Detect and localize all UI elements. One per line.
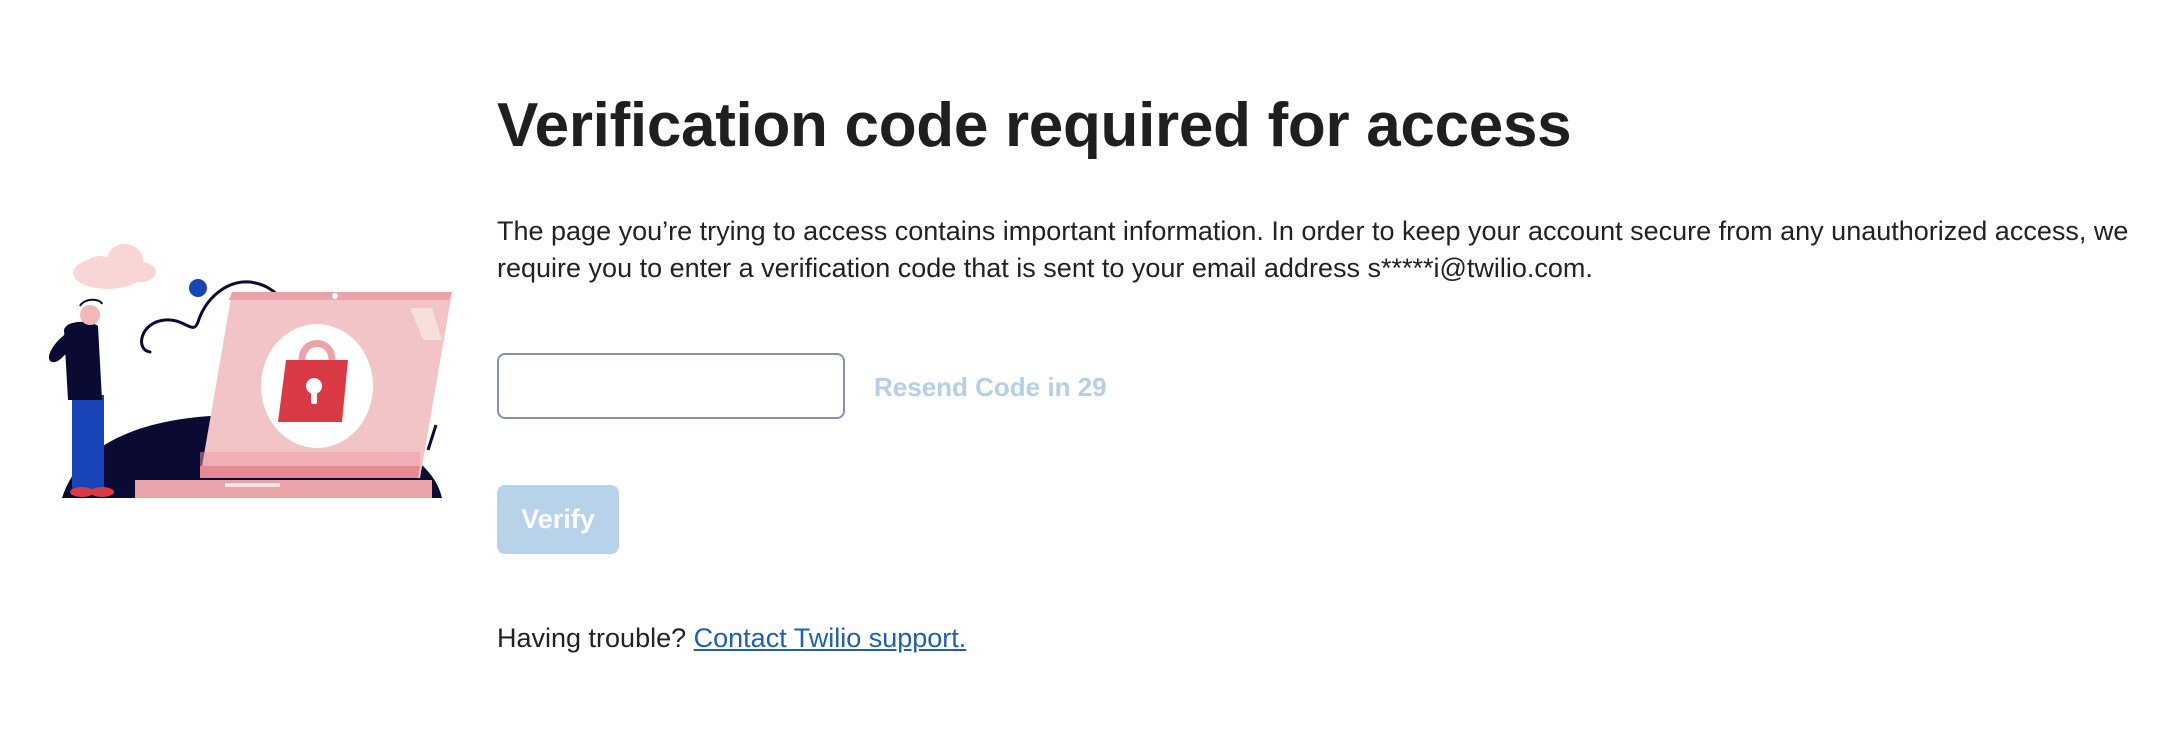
security-illustration bbox=[40, 240, 460, 500]
resend-code-link[interactable]: Resend Code in 29 bbox=[874, 370, 1107, 404]
verification-code-input[interactable] bbox=[497, 353, 845, 419]
verify-button[interactable]: Verify bbox=[497, 485, 619, 554]
page-description: The page you’re trying to access contain… bbox=[497, 216, 2129, 283]
contact-support-link[interactable]: Contact Twilio support. bbox=[694, 623, 967, 653]
help-text: Having trouble? Contact Twilio support. bbox=[497, 620, 966, 656]
page-title: Verification code required for access bbox=[497, 91, 1572, 160]
laptop-lock-illustration-icon bbox=[48, 244, 452, 498]
cloud-icon bbox=[73, 244, 156, 289]
help-prefix: Having trouble? bbox=[497, 623, 687, 653]
padlock-icon bbox=[261, 324, 373, 448]
